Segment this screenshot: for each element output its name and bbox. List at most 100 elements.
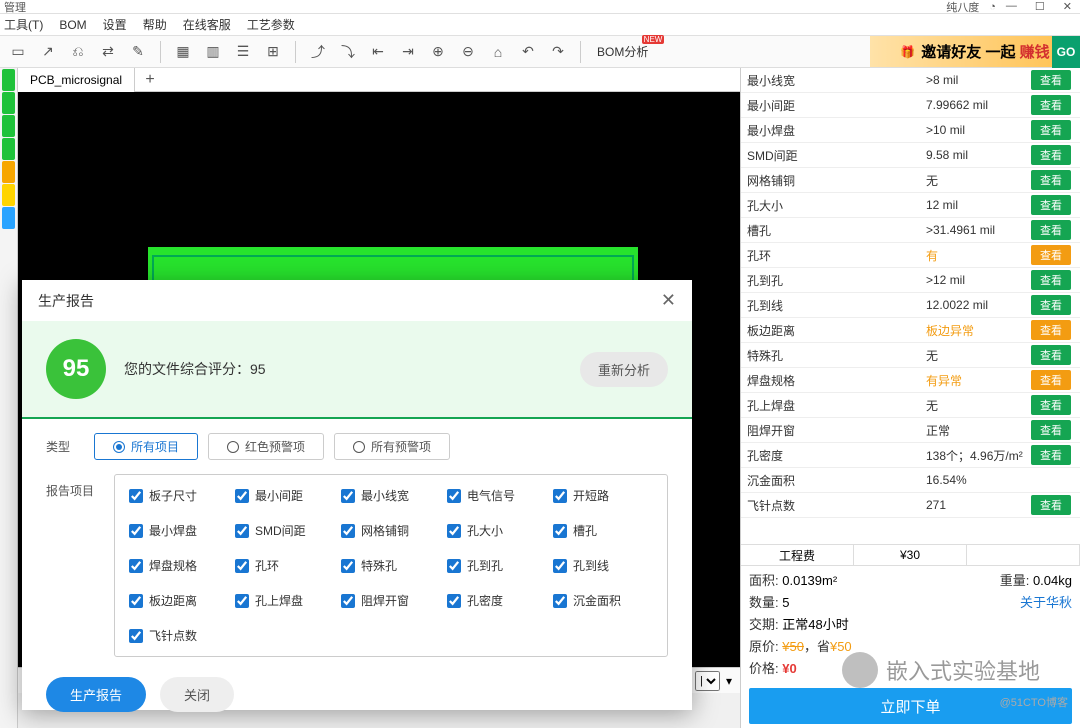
menu-process-param[interactable]: 工艺参数 (247, 16, 295, 33)
check-item[interactable]: 电气信号 (447, 487, 547, 504)
check-item[interactable]: 板边距离 (129, 592, 229, 609)
checkbox[interactable] (235, 559, 249, 573)
layer-yellow[interactable] (2, 184, 15, 206)
view-button[interactable]: 查看 (1031, 170, 1071, 190)
status-select[interactable]: | (695, 671, 720, 691)
view-button[interactable]: 查看 (1031, 195, 1071, 215)
menu-settings[interactable]: 设置 (103, 16, 127, 33)
check-item[interactable]: 沉金面积 (553, 592, 653, 609)
check-item[interactable]: 孔大小 (447, 522, 547, 539)
view-button[interactable]: 查看 (1031, 145, 1071, 165)
check-item[interactable]: 飞针点数 (129, 627, 229, 644)
menu-help[interactable]: 帮助 (143, 16, 167, 33)
home-icon[interactable]: ⌂ (488, 42, 508, 62)
tab-pcb[interactable]: PCB_microsignal (18, 68, 135, 92)
checkbox[interactable] (129, 559, 143, 573)
undo-icon[interactable]: ↶ (518, 42, 538, 62)
checkbox[interactable] (235, 594, 249, 608)
close-button[interactable]: 关闭 (160, 677, 234, 712)
checkbox[interactable] (341, 594, 355, 608)
view-button[interactable]: 查看 (1031, 295, 1071, 315)
checkbox[interactable] (341, 524, 355, 538)
menu-tools[interactable]: 工具(T) (4, 16, 43, 33)
check-item[interactable]: 阻焊开窗 (341, 592, 441, 609)
tool-icon-4[interactable]: ⇄ (98, 42, 118, 62)
maximize-icon[interactable]: ☐ (1035, 0, 1045, 13)
check-item[interactable]: 最小间距 (235, 487, 335, 504)
bom-analysis-button[interactable]: BOM分析 NEW (593, 41, 652, 62)
grid-icon-2[interactable]: ▥ (203, 42, 223, 62)
check-item[interactable]: 孔环 (235, 557, 335, 574)
checkbox[interactable] (553, 559, 567, 573)
check-item[interactable]: 孔到孔 (447, 557, 547, 574)
checkbox[interactable] (129, 629, 143, 643)
checkbox[interactable] (129, 594, 143, 608)
checkbox[interactable] (553, 594, 567, 608)
radio-all-items[interactable]: 所有项目 (94, 433, 198, 460)
zoom-in-icon[interactable]: ⊕ (428, 42, 448, 62)
minimize-icon[interactable]: — (1006, 0, 1017, 13)
check-item[interactable]: 孔密度 (447, 592, 547, 609)
download-icon[interactable]: ⤵ (338, 42, 358, 62)
view-button[interactable]: 查看 (1031, 270, 1071, 290)
menu-bom[interactable]: BOM (59, 18, 86, 32)
view-button[interactable]: 查看 (1031, 120, 1071, 140)
checkbox[interactable] (129, 489, 143, 503)
checkbox[interactable] (235, 524, 249, 538)
check-item[interactable]: 开短路 (553, 487, 653, 504)
about-link[interactable]: 关于华秋 (1020, 592, 1072, 614)
radio-all-warnings[interactable]: 所有预警项 (334, 433, 450, 460)
grid-icon-3[interactable]: ☰ (233, 42, 253, 62)
upload-icon[interactable]: ⤴ (308, 42, 328, 62)
grid-icon-1[interactable]: ▦ (173, 42, 193, 62)
layer-green[interactable] (2, 138, 15, 160)
radio-red-warnings[interactable]: 红色预警项 (208, 433, 324, 460)
checkbox[interactable] (341, 559, 355, 573)
redo-icon[interactable]: ↷ (548, 42, 568, 62)
view-button[interactable]: 查看 (1031, 245, 1071, 265)
check-item[interactable]: 孔上焊盘 (235, 592, 335, 609)
tool-icon-2[interactable]: ↗ (38, 42, 58, 62)
checkbox[interactable] (341, 489, 355, 503)
check-item[interactable]: 板子尺寸 (129, 487, 229, 504)
view-button[interactable]: 查看 (1031, 370, 1071, 390)
invite-banner[interactable]: 🎁 邀请好友 一起 赚钱 GO (870, 36, 1080, 67)
checkbox[interactable] (553, 524, 567, 538)
checkbox[interactable] (447, 594, 461, 608)
checkbox[interactable] (235, 489, 249, 503)
check-item[interactable]: 最小焊盘 (129, 522, 229, 539)
check-item[interactable]: 特殊孔 (341, 557, 441, 574)
checkbox[interactable] (447, 524, 461, 538)
layer-orange[interactable] (2, 161, 15, 183)
check-item[interactable]: 最小线宽 (341, 487, 441, 504)
view-button[interactable]: 查看 (1031, 95, 1071, 115)
view-button[interactable]: 查看 (1031, 420, 1071, 440)
view-button[interactable]: 查看 (1031, 70, 1071, 90)
modal-close-icon[interactable]: ✕ (661, 290, 676, 311)
check-item[interactable]: 焊盘规格 (129, 557, 229, 574)
view-button[interactable]: 查看 (1031, 345, 1071, 365)
layer-blue[interactable] (2, 207, 15, 229)
grid-icon-4[interactable]: ⊞ (263, 42, 283, 62)
check-item[interactable]: 槽孔 (553, 522, 653, 539)
tool-icon-1[interactable]: ▭ (8, 42, 28, 62)
view-button[interactable]: 查看 (1031, 320, 1071, 340)
layer-green[interactable] (2, 69, 15, 91)
checkbox[interactable] (447, 489, 461, 503)
layer-green[interactable] (2, 92, 15, 114)
layer-green[interactable] (2, 115, 15, 137)
view-button[interactable]: 查看 (1031, 445, 1071, 465)
arrow-right-icon[interactable]: ⇥ (398, 42, 418, 62)
check-item[interactable]: SMD间距 (235, 522, 335, 539)
reanalyze-button[interactable]: 重新分析 (580, 352, 668, 387)
checkbox[interactable] (447, 559, 461, 573)
check-item[interactable]: 孔到线 (553, 557, 653, 574)
view-button[interactable]: 查看 (1031, 495, 1071, 515)
menu-online-service[interactable]: 在线客服 (183, 16, 231, 33)
go-button[interactable]: GO (1052, 36, 1080, 68)
user-icon[interactable]: ◔ (989, 1, 996, 13)
arrow-left-icon[interactable]: ⇤ (368, 42, 388, 62)
add-tab-button[interactable]: + (135, 71, 165, 89)
view-button[interactable]: 查看 (1031, 220, 1071, 240)
checkbox[interactable] (553, 489, 567, 503)
